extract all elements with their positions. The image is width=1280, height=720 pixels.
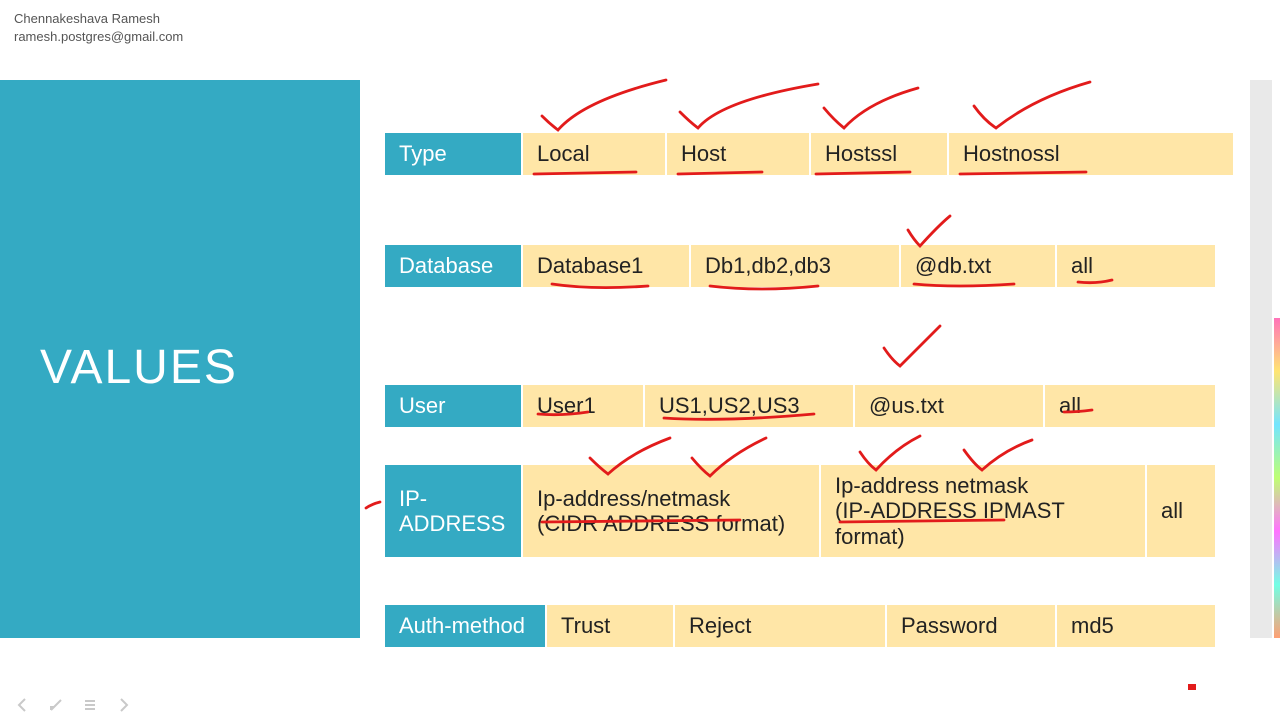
- page-title: VALUES: [0, 80, 360, 395]
- cell-user-3: @us.txt: [854, 384, 1044, 428]
- label-database: Database: [384, 244, 522, 288]
- prev-slide-icon[interactable]: [14, 697, 30, 713]
- next-slide-icon[interactable]: [116, 697, 132, 713]
- label-type: Type: [384, 132, 522, 176]
- cell-auth-reject: Reject: [674, 604, 886, 648]
- cell-db-3: @db.txt: [900, 244, 1056, 288]
- cell-ip-cidr-l2: (CIDR ADDRESS format): [537, 511, 785, 536]
- cell-auth-trust: Trust: [546, 604, 674, 648]
- label-ip-line1: IP-: [399, 486, 427, 511]
- cell-ip-cidr: Ip-address/netmask (CIDR ADDRESS format): [522, 464, 820, 558]
- presenter-toolbar: [0, 690, 1280, 720]
- cell-user-1: User1: [522, 384, 644, 428]
- cell-ip-all: all: [1146, 464, 1216, 558]
- cell-user-all: all: [1044, 384, 1216, 428]
- row-type: Type Local Host Hostssl Hostnossl: [384, 132, 1236, 176]
- label-user: User: [384, 384, 522, 428]
- label-ip-line2: ADDRESS: [399, 511, 505, 536]
- rainbow-edge: [1274, 318, 1280, 638]
- row-database: Database Database1 Db1,db2,db3 @db.txt a…: [384, 244, 1236, 288]
- pen-icon[interactable]: [48, 697, 64, 713]
- presenter-name: Chennakeshava Ramesh: [14, 10, 183, 28]
- cell-db-2: Db1,db2,db3: [690, 244, 900, 288]
- cell-db-1: Database1: [522, 244, 690, 288]
- menu-icon[interactable]: [82, 697, 98, 713]
- cell-ip-mask: Ip-address netmask (IP-ADDRESS IPMAST fo…: [820, 464, 1146, 558]
- cell-type-host: Host: [666, 132, 810, 176]
- label-auth: Auth-method: [384, 604, 546, 648]
- cell-db-all: all: [1056, 244, 1216, 288]
- cell-ip-cidr-l1: Ip-address/netmask: [537, 486, 730, 511]
- cell-auth-md5: md5: [1056, 604, 1216, 648]
- row-ip: IP- ADDRESS Ip-address/netmask (CIDR ADD…: [384, 464, 1236, 558]
- cell-auth-password: Password: [886, 604, 1056, 648]
- cell-type-local: Local: [522, 132, 666, 176]
- cell-user-2: US1,US2,US3: [644, 384, 854, 428]
- cell-ip-mask-l2: (IP-ADDRESS IPMAST format): [835, 498, 1133, 549]
- presenter-info: Chennakeshava Ramesh ramesh.postgres@gma…: [14, 10, 183, 45]
- cell-type-hostssl: Hostssl: [810, 132, 948, 176]
- cell-ip-mask-l1: Ip-address netmask: [835, 473, 1028, 498]
- presenter-email: ramesh.postgres@gmail.com: [14, 28, 183, 46]
- row-auth: Auth-method Trust Reject Password md5: [384, 604, 1236, 648]
- content-area: Type Local Host Hostssl Hostnossl Databa…: [384, 80, 1236, 620]
- label-ip: IP- ADDRESS: [384, 464, 522, 558]
- right-strip: [1250, 80, 1272, 638]
- cell-type-hostnossl: Hostnossl: [948, 132, 1234, 176]
- sidebar-panel: VALUES: [0, 80, 360, 638]
- row-user: User User1 US1,US2,US3 @us.txt all: [384, 384, 1236, 428]
